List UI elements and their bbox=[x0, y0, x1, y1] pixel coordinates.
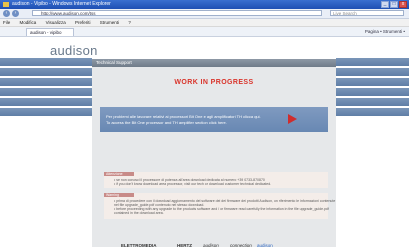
stripe bbox=[0, 108, 92, 116]
brand-hertz[interactable]: HERTZ bbox=[177, 243, 192, 248]
url-input[interactable]: http://www.audison.com/tss bbox=[32, 10, 322, 16]
menu-file[interactable]: File bbox=[3, 20, 10, 25]
brand-connection[interactable]: connection bbox=[230, 243, 252, 248]
stripe bbox=[0, 58, 92, 66]
toolbar-tools[interactable]: Pagina • Strumenti • bbox=[365, 28, 405, 35]
brand-audison[interactable]: audison bbox=[203, 243, 219, 248]
right-stripes bbox=[336, 58, 409, 116]
stripe bbox=[336, 78, 409, 86]
processor-link-box[interactable]: Per problemi alle lavorare relativi ai p… bbox=[100, 107, 328, 132]
page-content: audison Technical Support WORK IN PROGRE… bbox=[0, 37, 409, 249]
note-header: Attenzione bbox=[104, 172, 134, 176]
bluebox-line-it: Per problemi alle lavorare relativi ai p… bbox=[106, 114, 261, 119]
work-in-progress-banner: WORK IN PROGRESS bbox=[174, 79, 254, 86]
back-button[interactable]: ‹ bbox=[3, 10, 10, 17]
stripe bbox=[336, 98, 409, 106]
close-button[interactable]: x bbox=[399, 1, 407, 8]
browser-icon bbox=[3, 2, 9, 7]
note-line: contained in the download area. bbox=[114, 211, 164, 215]
stripe bbox=[0, 68, 92, 76]
search-input[interactable]: Live Search bbox=[330, 10, 404, 16]
stripe bbox=[336, 68, 409, 76]
menu-view[interactable]: Visualizza bbox=[46, 20, 66, 25]
menu-help[interactable]: ? bbox=[128, 20, 131, 25]
left-stripes bbox=[0, 58, 92, 116]
window-controls: _ □ x bbox=[381, 1, 407, 8]
minimize-button[interactable]: _ bbox=[381, 1, 389, 8]
stripe bbox=[0, 88, 92, 96]
menu-tools[interactable]: Strumenti bbox=[100, 20, 119, 25]
note-line: • if you don't know download area proces… bbox=[114, 182, 272, 186]
menu-bar: File Modifica Visualizza Preferiti Strum… bbox=[0, 19, 409, 27]
play-arrow-icon[interactable] bbox=[288, 114, 297, 124]
menu-edit[interactable]: Modifica bbox=[20, 20, 37, 25]
brand-audison-2[interactable]: audison bbox=[257, 243, 273, 248]
maximize-button[interactable]: □ bbox=[390, 1, 398, 8]
footer-brands: ELETTROMEDIA HERTZ audison connection au… bbox=[0, 243, 409, 249]
window-title: audison - Vipibo - Windows Internet Expl… bbox=[12, 1, 111, 7]
tab-audison[interactable]: audison - vipibo bbox=[26, 28, 74, 36]
menu-favorites[interactable]: Preferiti bbox=[75, 20, 91, 25]
stripe bbox=[336, 88, 409, 96]
brand-elettromedia[interactable]: ELETTROMEDIA bbox=[121, 243, 157, 248]
attention-note: Attenzione • se non conosci il processor… bbox=[104, 172, 328, 188]
warning-note: Warning • prima di procedere con il down… bbox=[104, 193, 335, 219]
bluebox-line-en: To access the Bit One processor and TH a… bbox=[106, 120, 227, 125]
stripe bbox=[336, 108, 409, 116]
note-header: Warning bbox=[104, 193, 134, 197]
stripe bbox=[0, 78, 92, 86]
address-bar: ‹ › http://www.audison.com/tss Live Sear… bbox=[0, 9, 409, 19]
tab-bar: audison - vipibo Pagina • Strumenti • bbox=[0, 27, 409, 37]
stripe bbox=[336, 58, 409, 66]
section-title: Technical Support bbox=[92, 59, 336, 67]
support-panel: Technical Support WORK IN PROGRESS Per p… bbox=[92, 59, 336, 247]
forward-button[interactable]: › bbox=[12, 10, 19, 17]
stripe bbox=[0, 98, 92, 106]
window-titlebar: audison - Vipibo - Windows Internet Expl… bbox=[0, 0, 409, 9]
audison-logo[interactable]: audison bbox=[50, 43, 98, 58]
